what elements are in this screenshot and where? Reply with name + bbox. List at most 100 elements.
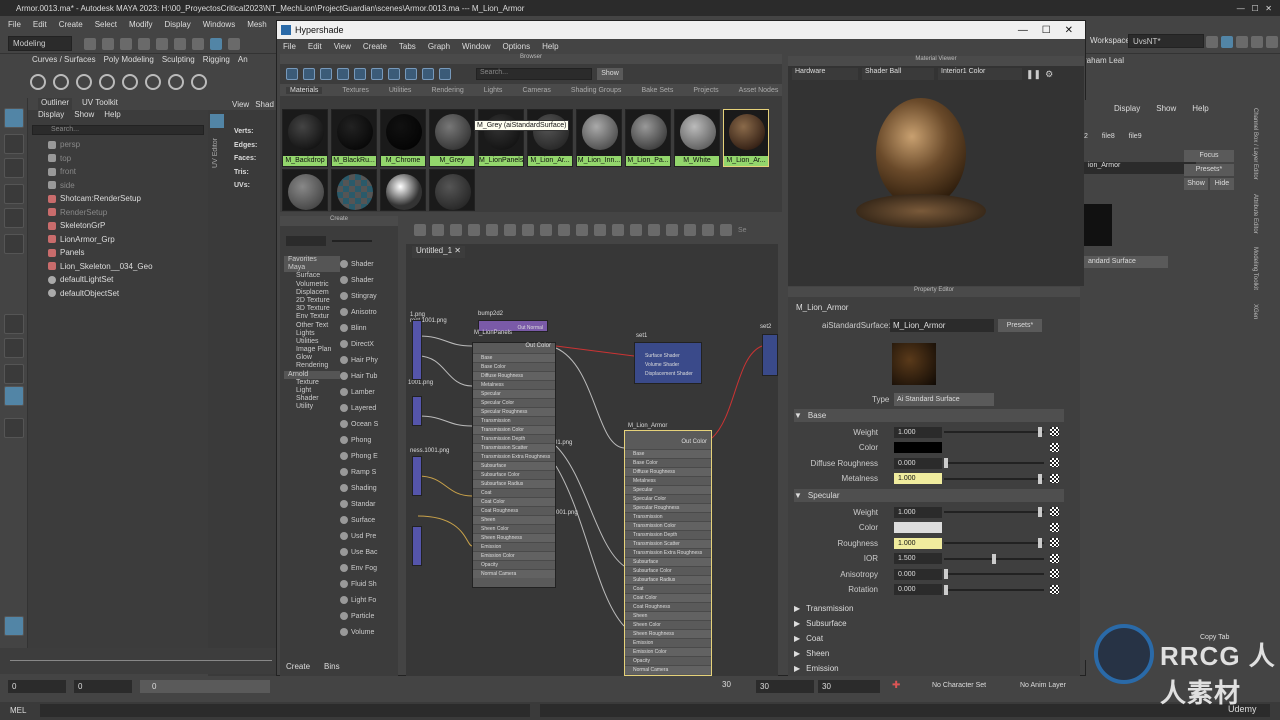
side-tab[interactable]: Channel Box / Layer Editor: [1252, 108, 1258, 180]
browser-tool-icon[interactable]: [405, 68, 417, 80]
section-property_editor.sections_closed[interactable]: ▶ Coat: [794, 632, 1064, 645]
browser-tab[interactable]: Cameras: [522, 87, 550, 94]
lionpanels-node[interactable]: Out Color Base Base Color Diffuse Roughnes…: [472, 342, 556, 588]
settings-icon[interactable]: ⚙: [1045, 69, 1053, 80]
list-item[interactable]: top: [28, 152, 208, 166]
property-field[interactable]: [894, 442, 942, 453]
node-attribute[interactable]: Emission: [473, 542, 555, 551]
node-attribute[interactable]: Subsurface Color: [625, 566, 711, 575]
create-node-item[interactable]: Shader: [340, 272, 386, 288]
list-item[interactable]: Lion_Skeleton__034_Geo: [28, 260, 208, 274]
create-node-item[interactable]: DirectX: [340, 336, 386, 352]
material-swatch[interactable]: M_Lion_Inn...: [576, 109, 622, 167]
node-name-field[interactable]: M_Lion_Armor: [890, 319, 994, 332]
node-attribute[interactable]: Transmission Extra Roughness: [625, 548, 711, 557]
menu-create[interactable]: Create: [59, 20, 83, 29]
create-node-item[interactable]: Layered: [340, 400, 386, 416]
node-attribute[interactable]: Subsurface Color: [473, 470, 555, 479]
create-category[interactable]: 3D Texture: [284, 305, 340, 313]
renderer-dropdown[interactable]: Hardware: [792, 68, 858, 80]
menu-edit[interactable]: Edit: [33, 20, 47, 29]
user-name[interactable]: raham Leal: [1084, 56, 1124, 65]
character-set-dropdown[interactable]: No Character Set: [932, 682, 986, 689]
browser-tab[interactable]: Lights: [484, 87, 503, 94]
redo-icon[interactable]: [156, 38, 168, 50]
material-swatch[interactable]: [380, 169, 426, 211]
node-attribute[interactable]: Opacity: [473, 560, 555, 569]
help-icon[interactable]: [191, 74, 207, 90]
node-attribute[interactable]: Normal Camera: [625, 665, 711, 674]
select-tool-icon[interactable]: [4, 108, 24, 128]
map-button[interactable]: [1050, 522, 1059, 532]
target-icon[interactable]: [99, 74, 115, 90]
show-button[interactable]: Show: [1184, 178, 1208, 190]
outliner-menu-item[interactable]: Display: [38, 110, 64, 122]
lasso-tool-icon[interactable]: [4, 134, 24, 154]
snap-grid-icon[interactable]: [210, 38, 222, 50]
menu-windows[interactable]: Windows: [203, 20, 235, 29]
hypershade-menu-graph[interactable]: Graph: [428, 42, 450, 51]
time-ruler[interactable]: [10, 660, 272, 661]
list-item[interactable]: persp: [28, 138, 208, 152]
node-attribute[interactable]: Emission Color: [625, 647, 711, 656]
property-slider[interactable]: [944, 458, 1044, 468]
create-category[interactable]: Image Plan: [284, 346, 340, 354]
browser-tool-icon[interactable]: [422, 68, 434, 80]
create-node-item[interactable]: Env Fog: [340, 560, 386, 576]
create-tab[interactable]: Bins: [324, 662, 340, 676]
node-attribute[interactable]: Base: [473, 353, 555, 362]
side-tab[interactable]: Attribute Editor: [1252, 194, 1258, 234]
playback-end-field[interactable]: 30: [756, 680, 814, 693]
node-attribute[interactable]: Coat Roughness: [473, 506, 555, 515]
end-time-field[interactable]: 30: [818, 680, 880, 693]
create-node-item[interactable]: Lamber: [340, 384, 386, 400]
node-attribute[interactable]: Base Color: [625, 458, 711, 467]
icon-size-slider[interactable]: [332, 240, 372, 242]
map-button[interactable]: [1050, 442, 1059, 452]
list-item[interactable]: Shotcam:RenderSetup: [28, 192, 208, 206]
mode-dropdown[interactable]: Modeling: [8, 36, 72, 51]
node-attribute[interactable]: Sheen Roughness: [625, 629, 711, 638]
create-category[interactable]: Maya: [284, 264, 340, 273]
map-button[interactable]: [1050, 458, 1059, 467]
material-swatch[interactable]: M_LionPanels: [478, 109, 524, 167]
node-attribute[interactable]: Coat Color: [473, 497, 555, 506]
workspace-dropdown[interactable]: UvsNT*: [1128, 34, 1204, 48]
command-input[interactable]: [40, 704, 530, 717]
browser-tool-icon[interactable]: [320, 68, 332, 80]
create-node-item[interactable]: Shader: [340, 256, 386, 272]
browser-show-button[interactable]: Show: [597, 68, 623, 80]
scale-tool-icon[interactable]: [4, 234, 24, 254]
file-node[interactable]: [412, 396, 422, 426]
uv-icon[interactable]: [168, 74, 184, 90]
create-category[interactable]: Env Textur: [284, 313, 340, 321]
slider-handle[interactable]: [944, 569, 948, 579]
material-swatch[interactable]: M_Lion_Pa...: [625, 109, 671, 167]
section-property_editor.sections_closed[interactable]: ▶ Emission: [794, 662, 1064, 675]
node-attribute[interactable]: Displacement Shader: [635, 371, 701, 380]
property-slider[interactable]: [944, 507, 1044, 517]
hypershade-menu-options[interactable]: Options: [503, 42, 531, 51]
section-property_editor.sections_closed[interactable]: ▶ Transmission: [794, 602, 1064, 615]
map-button[interactable]: [1050, 569, 1059, 578]
uv-icon[interactable]: [76, 74, 92, 90]
create-category[interactable]: Other Text: [284, 322, 340, 330]
create-category[interactable]: Arnold: [284, 370, 340, 379]
menu-mesh[interactable]: Mesh: [247, 20, 267, 29]
slider-handle[interactable]: [1038, 507, 1043, 517]
create-node-item[interactable]: Standar: [340, 496, 386, 512]
property-slider[interactable]: [944, 538, 1044, 548]
material-swatch[interactable]: [331, 169, 377, 211]
node-attribute[interactable]: Transmission Color: [473, 425, 555, 434]
layout-icon[interactable]: [1221, 36, 1233, 48]
browser-tab[interactable]: Shading Groups: [571, 87, 622, 94]
slider-handle[interactable]: [944, 584, 948, 595]
node-attribute[interactable]: Coat Roughness: [625, 602, 711, 611]
environment-dropdown[interactable]: Interior1 Color: [938, 68, 1022, 80]
file-node[interactable]: [412, 456, 422, 496]
save-scene-icon[interactable]: [120, 38, 132, 50]
list-item[interactable]: defaultLightSet: [28, 273, 208, 287]
browser-tool-icon[interactable]: [286, 68, 298, 80]
node-attribute[interactable]: Transmission Depth: [473, 434, 555, 443]
viewport-menu-item[interactable]: Shad: [255, 100, 274, 109]
